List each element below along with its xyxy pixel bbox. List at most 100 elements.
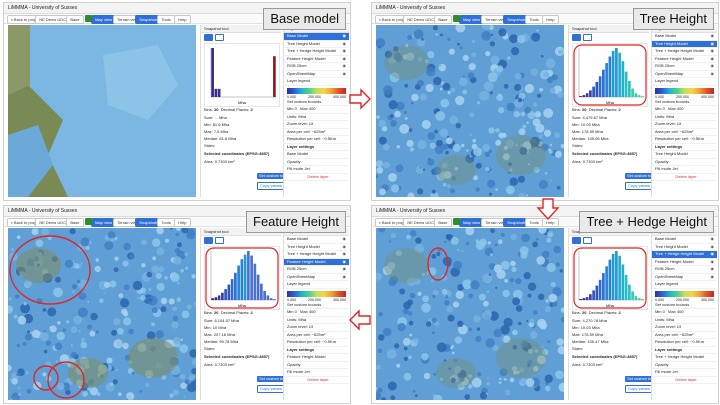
layer-item[interactable]: Feature Height Model ◉: [652, 259, 717, 266]
layer-item[interactable]: Feature Height Model ◉: [284, 258, 349, 266]
bounds-row[interactable]: Min 0 Max 400: [284, 309, 349, 317]
custom-bounds-checkbox[interactable]: Set custom bounds: [284, 99, 349, 106]
layer-item[interactable]: RGB 25cm ◉: [284, 63, 349, 71]
eye-icon[interactable]: ◉: [711, 63, 715, 70]
delete-layer-button[interactable]: Delete layer: [652, 377, 717, 384]
chart-tab[interactable]: [572, 34, 581, 41]
text-tab[interactable]: [583, 34, 592, 41]
layer-item[interactable]: OpenStreetMap ◉: [652, 274, 717, 281]
layer-item[interactable]: RGB 25cm ◉: [284, 266, 349, 274]
custom-bounds-checkbox[interactable]: Set custom bounds: [284, 302, 349, 309]
eye-icon[interactable]: ◉: [343, 33, 347, 40]
opacity-slider[interactable]: Opacity: [652, 362, 717, 369]
bounds-row[interactable]: Min 0 Max 400: [652, 106, 717, 114]
layer-item[interactable]: OpenStreetMap ◉: [284, 274, 349, 281]
map-view[interactable]: [376, 228, 564, 400]
eye-icon[interactable]: ◉: [343, 48, 347, 55]
layer-item[interactable]: RGB 25cm ◉: [652, 266, 717, 274]
eye-icon[interactable]: ◉: [711, 41, 715, 48]
eye-icon[interactable]: ◉: [711, 48, 715, 55]
toolbar-button-6[interactable]: Tools: [525, 15, 543, 24]
custom-bounds-checkbox[interactable]: Set custom bounds: [652, 302, 717, 309]
copy-values-button[interactable]: Copy values: [257, 182, 286, 190]
settings-layer-select[interactable]: Feature Height Model: [284, 354, 349, 362]
eye-icon[interactable]: ◉: [711, 274, 715, 281]
layer-item[interactable]: Tree + Hedge Height Model ◉: [652, 251, 717, 259]
eye-icon[interactable]: ◉: [343, 251, 347, 258]
eye-icon[interactable]: ◉: [711, 259, 715, 266]
layer-item[interactable]: Base Model ◉: [652, 236, 717, 244]
color-swatch-icon[interactable]: [85, 15, 92, 22]
fill-mode-select[interactable]: Fill mode Jet: [284, 369, 349, 377]
text-tab[interactable]: [583, 237, 592, 244]
opacity-slider[interactable]: Opacity: [652, 159, 717, 166]
fill-mode-select[interactable]: Fill mode Jet: [284, 166, 349, 174]
eye-icon[interactable]: ◉: [711, 236, 715, 243]
toolbar-button-6[interactable]: Tools: [157, 15, 175, 24]
map-view[interactable]: [8, 228, 196, 400]
eye-icon[interactable]: ◉: [711, 71, 715, 78]
toolbar-button-6[interactable]: Tools: [157, 218, 175, 227]
text-tab[interactable]: [215, 34, 224, 41]
toolbar-button-7[interactable]: Help: [174, 218, 191, 227]
toolbar-button-2[interactable]: Base: [434, 218, 452, 227]
map-view[interactable]: [376, 25, 564, 197]
eye-icon[interactable]: ◉: [711, 266, 715, 273]
settings-layer-select[interactable]: Base Model: [284, 151, 349, 159]
layer-item[interactable]: OpenStreetMap ◉: [284, 71, 349, 78]
layer-item[interactable]: Feature Height Model ◉: [652, 56, 717, 63]
bounds-row[interactable]: Min 0 Max 400: [284, 106, 349, 114]
layer-item[interactable]: Feature Height Model ◉: [284, 56, 349, 63]
layer-item[interactable]: Tree Height Model ◉: [284, 41, 349, 48]
eye-icon[interactable]: ◉: [343, 266, 347, 273]
color-swatch-icon[interactable]: [85, 218, 92, 225]
custom-bounds-checkbox[interactable]: Set custom bounds: [652, 99, 717, 106]
chart-tab[interactable]: [204, 34, 213, 41]
snapshot-tabs[interactable]: [204, 237, 228, 244]
color-swatch-icon[interactable]: [453, 15, 460, 22]
eye-icon[interactable]: ◉: [711, 33, 715, 40]
toolbar-button-2[interactable]: Base: [66, 15, 84, 24]
layer-item[interactable]: Tree Height Model ◉: [652, 40, 717, 48]
text-tab[interactable]: [215, 237, 224, 244]
layer-item[interactable]: Tree Height Model ◉: [284, 244, 349, 251]
layer-item[interactable]: OpenStreetMap ◉: [652, 71, 717, 78]
toolbar-button-2[interactable]: Base: [434, 15, 452, 24]
toolbar-button-2[interactable]: Base: [66, 218, 84, 227]
copy-values-button[interactable]: Copy values: [257, 385, 286, 393]
delete-layer-button[interactable]: Delete layer: [652, 174, 717, 181]
eye-icon[interactable]: ◉: [343, 41, 347, 48]
opacity-slider[interactable]: Opacity: [284, 362, 349, 369]
snapshot-tabs[interactable]: [572, 34, 596, 41]
layer-item[interactable]: Tree Height Model ◉: [652, 244, 717, 251]
delete-layer-button[interactable]: Delete layer: [284, 377, 349, 384]
eye-icon[interactable]: ◉: [711, 244, 715, 251]
eye-icon[interactable]: ◉: [343, 274, 347, 281]
snapshot-tabs[interactable]: [572, 237, 596, 244]
eye-icon[interactable]: ◉: [343, 56, 347, 63]
eye-icon[interactable]: ◉: [343, 244, 347, 251]
layer-item[interactable]: Base Model ◉: [284, 33, 349, 41]
delete-layer-button[interactable]: Delete layer: [284, 174, 349, 181]
layer-item[interactable]: Tree + Hedge Height Model ◉: [284, 251, 349, 259]
opacity-slider[interactable]: Opacity: [284, 159, 349, 166]
fill-mode-select[interactable]: Fill mode Jet: [652, 166, 717, 174]
layer-item[interactable]: Base Model ◉: [284, 236, 349, 244]
toolbar-button-7[interactable]: Help: [542, 15, 559, 24]
copy-values-button[interactable]: Copy values: [625, 182, 654, 190]
layer-item[interactable]: Base Model ◉: [652, 33, 717, 41]
eye-icon[interactable]: ◉: [343, 71, 347, 78]
chart-tab[interactable]: [572, 237, 581, 244]
settings-layer-select[interactable]: Tree Height Model: [652, 151, 717, 159]
bounds-row[interactable]: Min 0 Max 400: [652, 309, 717, 317]
eye-icon[interactable]: ◉: [711, 56, 715, 63]
eye-icon[interactable]: ◉: [343, 259, 347, 266]
eye-icon[interactable]: ◉: [343, 236, 347, 243]
settings-layer-select[interactable]: Tree + Hedge Height Model: [652, 354, 717, 362]
fill-mode-select[interactable]: Fill mode Jet: [652, 369, 717, 377]
copy-values-button[interactable]: Copy values: [625, 385, 654, 393]
eye-icon[interactable]: ◉: [711, 251, 715, 258]
layer-item[interactable]: RGB 25cm ◉: [652, 63, 717, 71]
layer-item[interactable]: Tree + Hedge Height Model ◉: [652, 48, 717, 56]
color-swatch-icon[interactable]: [453, 218, 460, 225]
